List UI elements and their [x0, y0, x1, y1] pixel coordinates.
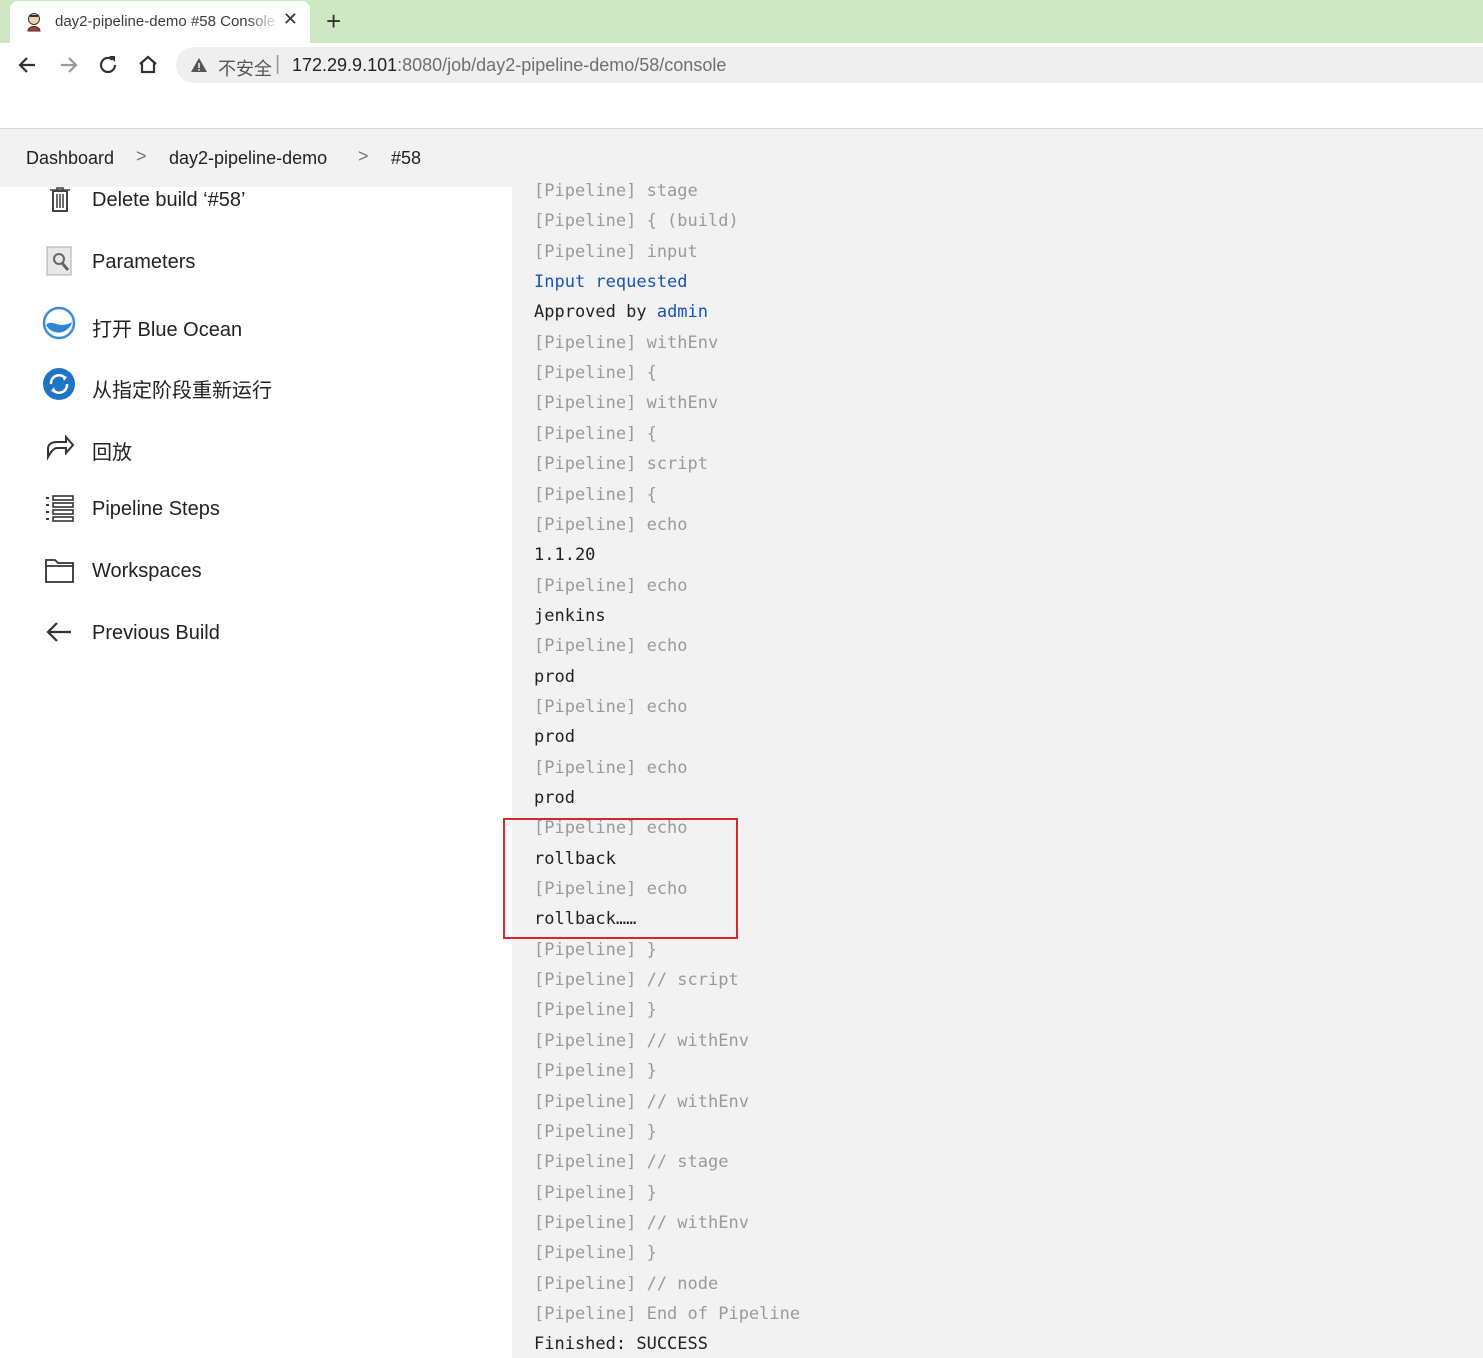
- security-label[interactable]: 不安全: [218, 55, 272, 81]
- warning-icon: [191, 58, 207, 72]
- tab-close-icon[interactable]: ✕: [283, 9, 298, 30]
- sidebar-item-label: 回放: [92, 442, 132, 464]
- sidebar-item-pipeline-steps[interactable]: Pipeline Steps: [40, 489, 480, 529]
- browser-tab[interactable]: day2-pipeline-demo #58 Console ✕: [10, 1, 310, 43]
- jenkins-favicon: [27, 13, 41, 32]
- console-line: [Pipeline] script: [534, 454, 708, 475]
- console-line: [Pipeline] }: [534, 1061, 657, 1082]
- console-line: [Pipeline] echo: [534, 636, 688, 657]
- replay-icon: [47, 434, 75, 461]
- console-line: [Pipeline] echo: [534, 575, 688, 596]
- url-host: 172.29.9.101: [292, 55, 398, 75]
- arrow-left-icon: [46, 622, 71, 642]
- console-line: Approved by admin: [534, 302, 709, 323]
- console-line: [Pipeline] echo: [534, 696, 688, 717]
- sidebar-item-blue-ocean[interactable]: 打开 Blue Ocean: [40, 304, 480, 344]
- sidebar-item-parameters[interactable]: Parameters: [40, 242, 480, 282]
- console-output: [Pipeline] stage [Pipeline] { (build) [Pip…: [512, 129, 1483, 1358]
- breadcrumb-separator: >: [136, 146, 147, 166]
- highlight-box: [503, 818, 738, 939]
- console-line: [Pipeline] }: [534, 1243, 657, 1264]
- console-line[interactable]: Input requested: [534, 272, 688, 292]
- folder-icon: [45, 559, 74, 583]
- console-line: [Pipeline] // withEnv: [534, 1091, 749, 1112]
- console-line: [Pipeline] End of Pipeline: [534, 1303, 801, 1324]
- console-line: [Pipeline] stage: [534, 181, 698, 201]
- sidebar-item-replay[interactable]: 回放: [40, 427, 480, 467]
- console-line: [Pipeline] // script: [534, 970, 739, 991]
- sidebar-item-label: Previous Build: [92, 622, 220, 644]
- console-line: jenkins: [534, 605, 606, 626]
- breadcrumb-build[interactable]: #58: [391, 148, 421, 169]
- restart-stage-icon: [43, 368, 75, 400]
- console-line: [Pipeline] withEnv: [534, 393, 719, 414]
- breadcrumb-separator: >: [358, 146, 369, 166]
- console-line: Finished: SUCCESS: [534, 1334, 708, 1355]
- address-bar[interactable]: 不安全 | 172.29.9.101:8080/job/day2-pipelin…: [176, 47, 1483, 83]
- sidebar-item-restart-stage[interactable]: 从指定阶段重新运行: [40, 365, 480, 405]
- console-line: [Pipeline] {: [534, 484, 657, 505]
- pipeline-steps-icon: [46, 495, 74, 522]
- console-line: [Pipeline] {: [534, 363, 657, 384]
- sidebar-item-previous-build[interactable]: Previous Build: [40, 613, 480, 653]
- console-line: [Pipeline] }: [534, 1182, 657, 1203]
- sidebar-item-label: 从指定阶段重新运行: [92, 380, 272, 402]
- console-line: prod: [534, 727, 575, 748]
- trash-icon: [50, 187, 70, 212]
- url-path: :8080/job/day2-pipeline-demo/58/console: [397, 55, 727, 75]
- console-line: [Pipeline] }: [534, 939, 657, 960]
- console-line: [Pipeline] }: [534, 1000, 657, 1021]
- sidebar-item-delete-build[interactable]: Delete build ‘#58’: [40, 180, 480, 220]
- new-tab-button[interactable]: +: [326, 6, 341, 36]
- browser-tabstrip: day2-pipeline-demo #58 Console ✕ +: [0, 0, 1483, 43]
- console-line: [Pipeline] withEnv: [534, 332, 719, 353]
- console-line: prod: [534, 788, 575, 808]
- parameters-icon: [46, 246, 72, 276]
- back-icon[interactable]: [15, 52, 41, 78]
- console-line: [Pipeline] }: [534, 1121, 657, 1142]
- browser-toolbar: 不安全 | 172.29.9.101:8080/job/day2-pipelin…: [0, 43, 1483, 88]
- sidebar-item-label: Pipeline Steps: [92, 498, 220, 520]
- sidebar-item-label: 打开 Blue Ocean: [92, 319, 243, 341]
- reload-icon[interactable]: [95, 52, 121, 78]
- sidebar-item-label: Parameters: [92, 251, 196, 273]
- console-line: [Pipeline] {: [534, 423, 657, 444]
- console-line: [Pipeline] input: [534, 241, 698, 262]
- sidebar-item-workspaces[interactable]: Workspaces: [40, 551, 480, 591]
- console-line: [Pipeline] // withEnv: [534, 1212, 749, 1233]
- tab-title: day2-pipeline-demo #58 Console: [55, 13, 276, 30]
- blue-ocean-icon: [42, 306, 76, 340]
- user-link[interactable]: admin: [657, 302, 708, 322]
- sidebar-item-label: Delete build ‘#58’: [92, 189, 246, 211]
- console-line: [Pipeline] echo: [534, 757, 688, 778]
- console-line: 1.1.20: [534, 545, 596, 566]
- console-line: [Pipeline] // node: [534, 1273, 719, 1294]
- sidebar-item-label: Workspaces: [92, 560, 202, 582]
- console-line: prod: [534, 666, 575, 687]
- breadcrumb: Dashboard > day2-pipeline-demo > #58: [0, 129, 512, 187]
- forward-icon[interactable]: [55, 52, 81, 78]
- console-line: [Pipeline] // withEnv: [534, 1030, 749, 1051]
- console-line: [Pipeline] { (build): [534, 211, 739, 232]
- home-icon[interactable]: [135, 52, 161, 78]
- console-line: [Pipeline] // stage: [534, 1152, 729, 1173]
- breadcrumb-job[interactable]: day2-pipeline-demo: [169, 148, 327, 169]
- console-line: [Pipeline] echo: [534, 514, 688, 535]
- omnibox-separator: |: [275, 53, 281, 75]
- url-text[interactable]: 172.29.9.101:8080/job/day2-pipeline-demo…: [292, 55, 726, 76]
- breadcrumb-dashboard[interactable]: Dashboard: [26, 148, 114, 169]
